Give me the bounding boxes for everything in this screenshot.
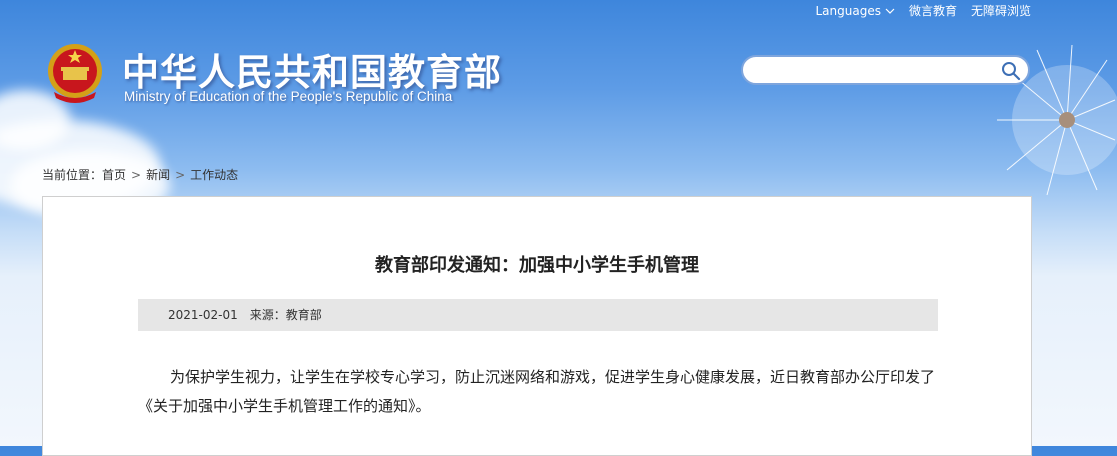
site-subtitle: Ministry of Education of the People's Re… [124, 89, 453, 104]
article-source: 来源：教育部 [249, 308, 322, 322]
accessible-browse-link[interactable]: 无障碍浏览 [971, 2, 1031, 19]
chevron-right-icon: > [131, 167, 142, 182]
breadcrumb-prefix: 当前位置： [42, 168, 103, 182]
search-input[interactable] [755, 61, 999, 81]
article-meta-bar: 2021-02-01 来源：教育部 [138, 299, 938, 331]
article-panel: 教育部印发通知：加强中小学生手机管理 2021-02-01 来源：教育部 为保护学… [42, 196, 1032, 456]
national-emblem-icon[interactable] [44, 40, 106, 106]
search-icon[interactable] [1000, 60, 1022, 82]
breadcrumb-work-updates[interactable]: 工作动态 [190, 166, 238, 183]
chevron-down-icon [885, 8, 895, 14]
breadcrumb: 当前位置： 首页 > 新闻 > 工作动态 [42, 166, 238, 183]
site-title[interactable]: 中华人民共和国教育部 [122, 42, 502, 96]
article-date: 2021-02-01 [168, 308, 238, 322]
article-title: 教育部印发通知：加强中小学生手机管理 [375, 255, 699, 276]
languages-menu[interactable]: Languages [815, 2, 895, 19]
weiyan-link[interactable]: 微言教育 [909, 2, 957, 19]
breadcrumb-news[interactable]: 新闻 [146, 166, 170, 183]
chevron-right-icon: > [175, 167, 186, 182]
breadcrumb-home[interactable]: 首页 [102, 166, 126, 183]
top-links: Languages 微言教育 无障碍浏览 [815, 2, 1031, 19]
languages-label: Languages [815, 3, 881, 18]
search-box [741, 55, 1030, 85]
article-paragraph: 为保护学生视力，让学生在学校专心学习，防止沉迷网络和游戏，促进学生身心健康发展，… [138, 368, 936, 415]
